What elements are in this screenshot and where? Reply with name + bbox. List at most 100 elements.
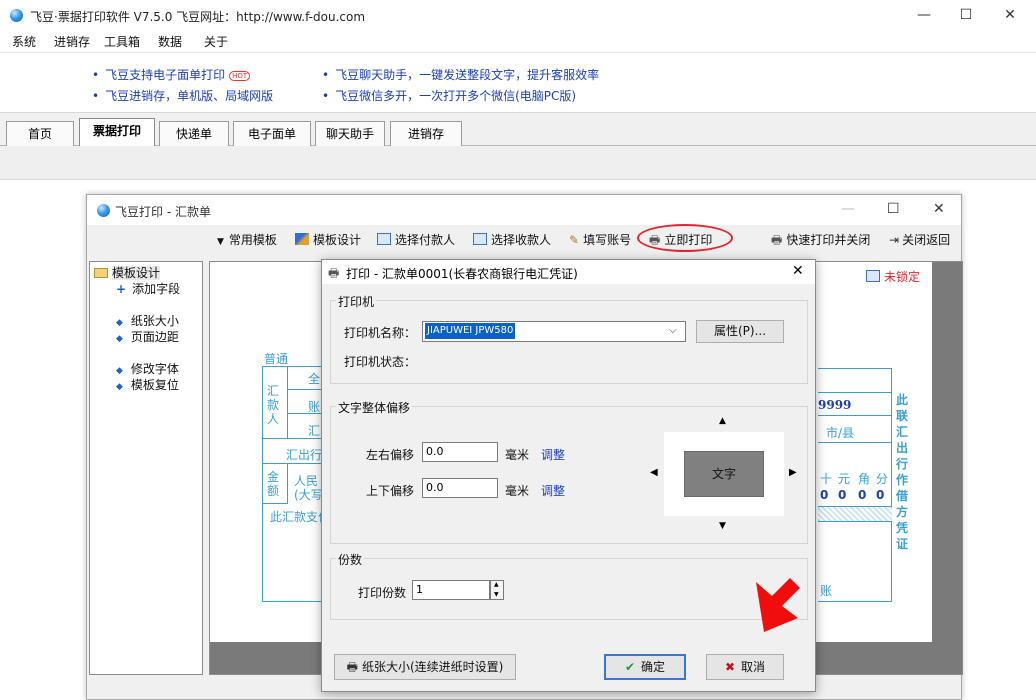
ok-button[interactable]: ✔ 确定 (604, 654, 686, 680)
form-account-tail: 9999 (818, 398, 852, 412)
quick-print-close-button[interactable]: 🖶 快速打印并关闭 (771, 231, 870, 252)
news-link-label: 飞豆支持电子面单打印 (105, 68, 226, 82)
news-link-label: 飞豆聊天助手，一键发送整段文字，提升客服效率 (335, 68, 600, 82)
printer-icon: 🖶 (771, 233, 783, 247)
form-side-text: 此联汇出行作借方凭证 (896, 393, 909, 551)
app-title: 飞豆·票据打印软件 V7.5.0 飞豆网址：http://www.f-dou.c… (30, 10, 366, 24)
lr-offset-input[interactable]: 0.0 (422, 442, 498, 462)
paper-size-button[interactable]: 🖶 纸张大小(连续进纸时设置) (334, 654, 516, 680)
toolbar-label: 填写账号 (583, 233, 632, 247)
common-template-button[interactable]: ▼ 常用模板 (217, 231, 277, 248)
lock-status[interactable]: 未锁定 (866, 268, 920, 285)
maximize-button[interactable]: ☐ (887, 201, 900, 217)
form-putong: 普通 (264, 352, 289, 366)
template-tree: 模板设计 + 添加字段 ◆ 纸张大小 ◆ 页面边距 ◆ 修改字体 ◆ 模板复位 (89, 261, 203, 675)
diamond-icon: ◆ (116, 318, 123, 328)
menu-bar: 系统 进销存 工具箱 数据 关于 (0, 30, 1036, 52)
digit-head: 角 (858, 472, 871, 486)
printer-properties-button[interactable]: 属性(P)... (696, 320, 784, 343)
menu-system[interactable]: 系统 (12, 33, 36, 50)
arrow-down-icon[interactable]: ▼ (719, 521, 726, 531)
arrow-up-icon[interactable]: ▲ (719, 416, 726, 426)
copies-stepper[interactable]: ▲ ▼ (490, 580, 504, 600)
stepper-down-icon[interactable]: ▼ (494, 591, 499, 598)
dialog-title: 打印 - 汇款单0001(长春农商银行电汇凭证) (346, 267, 578, 281)
news-link[interactable]: • 飞豆聊天助手，一键发送整段文字，提升客服效率 (322, 66, 599, 83)
x-icon: ✖ (724, 660, 736, 674)
close-button[interactable]: ✕ (792, 263, 804, 279)
menu-about[interactable]: 关于 (204, 33, 228, 50)
digit-head: 十 (820, 472, 833, 486)
stepper-up-icon[interactable]: ▲ (494, 581, 499, 588)
contact-card-icon (473, 233, 487, 245)
chevron-down-icon: ⌵ (669, 325, 677, 336)
tree-item-label: 添加字段 (132, 282, 181, 296)
lr-offset-label: 左右偏移 (366, 448, 415, 462)
ud-adjust-link[interactable]: 调整 (541, 482, 565, 499)
toolbar-label: 常用模板 (228, 233, 277, 247)
diamond-icon: ◆ (116, 366, 123, 376)
select-payer-button[interactable]: 选择付款人 (377, 231, 455, 248)
remittance-title: 飞豆打印 - 汇款单 (115, 205, 211, 219)
sub-toolbar (0, 146, 1036, 180)
close-button[interactable]: ✕ (988, 0, 1032, 30)
diamond-icon: ◆ (116, 334, 123, 344)
remittance-toolbar: ▼ 常用模板 模板设计 选择付款人 选择收款人 ✎ 填写账号 🖶 立即打印 🖶 快速打印… (87, 224, 961, 255)
news-link[interactable]: • 飞豆微信多开，一次打开多个微信(电脑PC版) (322, 87, 576, 104)
toolbar-label: 快速打印并关闭 (786, 233, 871, 247)
exit-icon: ⇥ (889, 233, 900, 247)
printer-icon: 🖶 (346, 660, 358, 674)
copies-input[interactable]: 1 (412, 580, 490, 600)
tree-item-reset[interactable]: ◆ 模板复位 (116, 376, 179, 393)
toolbar-label: 关闭返回 (902, 233, 951, 247)
printer-icon: 🖶 (328, 266, 340, 280)
unit-label: 毫米 (505, 484, 530, 498)
cancel-button-label: 取消 (741, 660, 766, 674)
toolbar-label: 选择付款人 (395, 233, 456, 247)
tab-e-waybill[interactable]: 电子面单 (233, 121, 311, 147)
select-payee-button[interactable]: 选择收款人 (473, 231, 551, 248)
arrow-left-icon[interactable]: ◀ (650, 467, 658, 478)
minimize-button[interactable]: — (841, 201, 855, 217)
preview-text-box: 文字 (684, 451, 764, 497)
cancel-button[interactable]: ✖ 取消 (706, 654, 784, 680)
arrow-right-icon[interactable]: ▶ (789, 467, 797, 478)
digit-value: 0 (858, 488, 867, 502)
fill-account-button[interactable]: ✎ 填写账号 (569, 231, 631, 248)
tree-item-font[interactable]: ◆ 修改字体 (116, 360, 179, 377)
tab-chat-helper[interactable]: 聊天助手 (315, 121, 385, 147)
tab-home[interactable]: 首页 (6, 121, 74, 147)
menu-toolbox[interactable]: 工具箱 (104, 33, 140, 50)
close-return-button[interactable]: ⇥ 关闭返回 (889, 231, 950, 248)
template-design-button[interactable]: 模板设计 (295, 231, 361, 248)
tree-item-paper-size[interactable]: ◆ 纸张大小 (116, 312, 179, 329)
close-button[interactable]: ✕ (933, 201, 945, 217)
tree-item-add-field[interactable]: + 添加字段 (116, 280, 180, 297)
ud-offset-input[interactable]: 0.0 (422, 478, 498, 498)
form-amount-label: 金额 (267, 470, 280, 498)
tree-item-label: 页面边距 (130, 330, 179, 344)
news-link[interactable]: • 飞豆进销存，单机版、局域网版 (92, 87, 273, 104)
printer-name-label: 打印机名称： (344, 326, 417, 340)
form-zhang: 账 (308, 400, 321, 414)
main-tab-bar: 首页 票据打印 快递单 电子面单 聊天助手 进销存 (0, 112, 1036, 148)
lr-adjust-link[interactable]: 调整 (541, 446, 565, 463)
minimize-button[interactable]: — (902, 0, 946, 30)
offset-group-title: 文字整体偏移 (336, 399, 413, 416)
tree-item-page-margin[interactable]: ◆ 页面边距 (116, 328, 179, 345)
printer-select[interactable]: JIAPUWEI JPW580 ⌵ (422, 321, 686, 342)
printer-status-label: 打印机状态： (344, 355, 417, 369)
menu-data[interactable]: 数据 (158, 33, 182, 50)
contact-card-icon (377, 233, 391, 245)
unit-label: 毫米 (505, 448, 530, 462)
menu-inventory[interactable]: 进销存 (54, 33, 90, 50)
check-icon: ✔ (624, 660, 636, 674)
tab-receipt-print[interactable]: 票据打印 (79, 118, 155, 148)
tab-inventory[interactable]: 进销存 (390, 121, 462, 147)
maximize-button[interactable]: ☐ (944, 0, 988, 30)
tree-root[interactable]: 模板设计 (94, 264, 161, 281)
tab-express[interactable]: 快递单 (159, 121, 229, 147)
pencil-icon: ✎ (569, 233, 580, 247)
form-hatched-cell (818, 506, 892, 522)
news-link[interactable]: • 飞豆支持电子面单打印 HOT (92, 66, 251, 83)
